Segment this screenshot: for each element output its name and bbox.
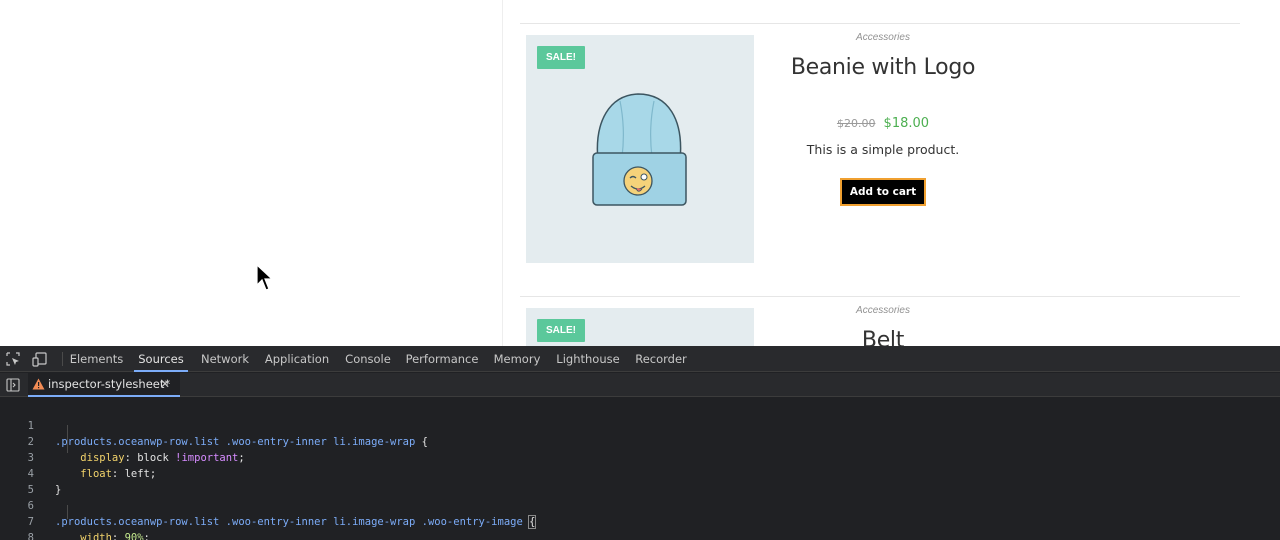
sale-badge: SALE! [537, 46, 585, 69]
tab-elements[interactable]: Elements [68, 346, 125, 372]
sources-file-bar: inspector-stylesheet* ✕ [0, 373, 1280, 397]
devtools-tab-bar: Elements Sources Network Application Con… [0, 346, 1280, 372]
file-tab-inspector-stylesheet[interactable]: inspector-stylesheet* ✕ [28, 373, 180, 397]
product-category[interactable]: Accessories [783, 305, 983, 316]
code-line: 2 display: block !important; [0, 418, 1280, 464]
product-image[interactable]: SALE! [526, 308, 754, 346]
tab-recorder[interactable]: Recorder [631, 346, 691, 372]
tab-separator [62, 352, 63, 366]
product-category[interactable]: Accessories [783, 32, 983, 43]
code-line: 4 } [0, 450, 1280, 496]
price-sale: $18.00 [883, 116, 930, 131]
file-tab-label: inspector-stylesheet* [48, 377, 171, 391]
css-value: 90% [124, 532, 144, 540]
line-number: 8 [27, 532, 34, 540]
mouse-cursor-icon [256, 264, 274, 291]
tab-performance[interactable]: Performance [404, 346, 480, 372]
code-line: 3 float: left; [0, 434, 1280, 480]
tab-sources[interactable]: Sources [134, 346, 188, 372]
css-property: width [80, 532, 112, 540]
tab-memory[interactable]: Memory [489, 346, 545, 372]
tab-network[interactable]: Network [197, 346, 253, 372]
code-line: 7 width: 90%; [0, 498, 1280, 540]
beanie-image [592, 93, 687, 206]
code-editor[interactable]: 1 .products.oceanwp-row.list .woo-entry-… [0, 401, 1280, 540]
price-old: $20.00 [836, 117, 876, 130]
product-divider [520, 23, 1240, 24]
product-description: This is a simple product. [806, 142, 960, 157]
product-price: $20.00 $18.00 [733, 112, 1033, 131]
code-line: 8 } [0, 514, 1280, 540]
tab-lighthouse[interactable]: Lighthouse [554, 346, 622, 372]
sale-badge: SALE! [537, 319, 585, 342]
web-page: SALE! Accessories Beanie with Logo $20.0… [0, 0, 1280, 346]
product-image[interactable]: SALE! [526, 35, 754, 263]
device-toolbar-icon[interactable] [32, 351, 48, 367]
product-title[interactable]: Beanie with Logo [733, 55, 1033, 80]
product-divider [520, 296, 1240, 297]
code-line: 5 [0, 466, 1280, 496]
add-to-cart-button[interactable]: Add to cart [840, 178, 926, 206]
code-line: 6 .products.oceanwp-row.list .woo-entry-… [0, 482, 1280, 529]
code-line: 1 .products.oceanwp-row.list .woo-entry-… [0, 402, 1280, 448]
toggle-navigator-icon[interactable] [6, 378, 20, 392]
tab-application[interactable]: Application [262, 346, 332, 372]
warning-icon [32, 378, 45, 390]
column-divider [502, 0, 503, 346]
close-icon[interactable]: ✕ [160, 373, 170, 396]
devtools-panel: Elements Sources Network Application Con… [0, 346, 1280, 540]
tab-console[interactable]: Console [341, 346, 395, 372]
inspect-element-icon[interactable] [5, 351, 21, 367]
product-title[interactable]: Belt [733, 328, 1033, 346]
